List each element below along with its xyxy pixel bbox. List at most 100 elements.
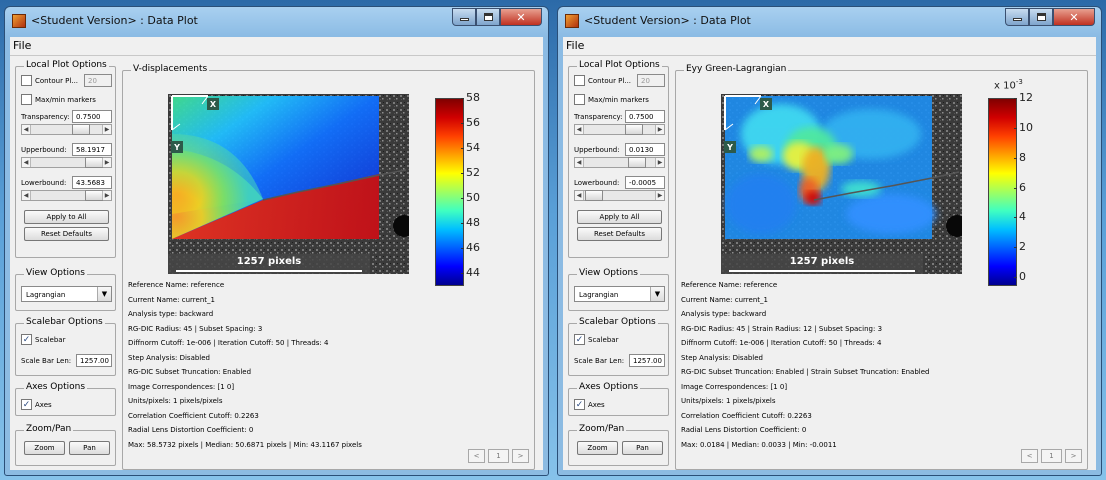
slider-right-arrow-icon[interactable]: ▶ (102, 158, 111, 167)
scalebar-options-panel: Scalebar Options ✓ Scalebar Scale Bar Le… (15, 317, 116, 376)
upperbound-field[interactable]: 0.0130 (625, 143, 665, 156)
page-number: 1 (488, 449, 509, 463)
plot-image[interactable]: X Y 1257 pixels (168, 94, 409, 274)
title-bar[interactable]: <Student Version> : Data Plot ✕ (558, 7, 1101, 37)
slider-right-arrow-icon[interactable]: ▶ (655, 158, 664, 167)
checkbox-box[interactable] (574, 94, 585, 105)
menu-file[interactable]: File (13, 39, 31, 52)
slider-right-arrow-icon[interactable]: ▶ (655, 125, 664, 134)
slider-left-arrow-icon[interactable]: ◀ (575, 191, 584, 200)
view-mode-select[interactable]: Lagrangian ▼ (21, 286, 112, 302)
transparency-field[interactable]: 0.7500 (72, 110, 112, 123)
panel-title: Axes Options (577, 382, 641, 392)
maxmin-markers-checkbox[interactable]: Max/min markers (574, 94, 649, 105)
lowerbound-slider[interactable]: ◀ ▶ (574, 190, 665, 201)
info-line: Step Analysis: Disabled (681, 353, 763, 362)
maximize-icon (483, 13, 493, 21)
pan-button[interactable]: Pan (69, 441, 110, 455)
plot-panel: V-displacements X Y 1257 pixels 58 56 54… (122, 64, 535, 470)
maximize-button[interactable] (1029, 8, 1053, 26)
info-line: Reference Name: reference (681, 281, 778, 289)
transparency-slider[interactable]: ◀ ▶ (21, 124, 112, 135)
scalebar-label: Scalebar (35, 335, 66, 344)
slider-left-arrow-icon[interactable]: ◀ (575, 158, 584, 167)
slider-right-arrow-icon[interactable]: ▶ (102, 191, 111, 200)
minimize-button[interactable] (452, 8, 476, 26)
dropdown-arrow-icon[interactable]: ▼ (650, 287, 664, 301)
zoom-button[interactable]: Zoom (24, 441, 65, 455)
reset-defaults-button[interactable]: Reset Defaults (577, 227, 662, 241)
checkmark-icon[interactable]: ✓ (574, 399, 585, 410)
slider-right-arrow-icon[interactable]: ▶ (102, 125, 111, 134)
scalebar-length-field[interactable]: 1257.00 (629, 354, 665, 367)
slider-thumb[interactable] (84, 157, 103, 168)
zoom-button[interactable]: Zoom (577, 441, 618, 455)
slider-left-arrow-icon[interactable]: ◀ (22, 158, 31, 167)
zoom-pan-panel: Zoom/Pan Zoom Pan (15, 424, 116, 466)
dropdown-arrow-icon[interactable]: ▼ (97, 287, 111, 301)
next-page-button[interactable]: > (1065, 449, 1082, 463)
upperbound-field[interactable]: 58.1917 (72, 143, 112, 156)
apply-to-all-button[interactable]: Apply to All (24, 210, 109, 224)
slider-thumb[interactable] (72, 124, 91, 135)
panel-title: View Options (24, 268, 87, 278)
colorbar-tick-mark (461, 198, 464, 200)
slider-thumb[interactable] (625, 124, 644, 135)
info-line: Reference Name: reference (128, 281, 225, 289)
menu-file[interactable]: File (566, 39, 584, 52)
panel-title: View Options (577, 268, 640, 278)
prev-page-button[interactable]: < (1021, 449, 1038, 463)
lowerbound-slider[interactable]: ◀ ▶ (21, 190, 112, 201)
window-content: Local Plot Options Contour Pl... 20 Max/… (10, 56, 543, 470)
next-page-button[interactable]: > (512, 449, 529, 463)
slider-thumb[interactable] (628, 157, 646, 168)
slider-right-arrow-icon[interactable]: ▶ (655, 191, 664, 200)
field-overlay (172, 96, 379, 239)
transparency-slider[interactable]: ◀ ▶ (574, 124, 665, 135)
scalebar-checkbox[interactable]: ✓ Scalebar (21, 334, 65, 345)
checkmark-icon[interactable]: ✓ (21, 334, 32, 345)
menu-bar: File (563, 37, 1096, 56)
close-button[interactable]: ✕ (1053, 8, 1095, 26)
contour-checkbox[interactable]: Contour Pl... (574, 75, 631, 86)
upperbound-slider[interactable]: ◀ ▶ (21, 157, 112, 168)
maximize-button[interactable] (476, 8, 500, 26)
scalebar-length-field[interactable]: 1257.00 (76, 354, 112, 367)
colorbar-tick-label: 46 (466, 241, 480, 255)
checkbox-box[interactable] (574, 75, 585, 86)
reset-defaults-button[interactable]: Reset Defaults (24, 227, 109, 241)
matlab-icon (12, 14, 26, 28)
colorbar-tick-mark (461, 248, 464, 250)
checkmark-icon[interactable]: ✓ (574, 334, 585, 345)
slider-left-arrow-icon[interactable]: ◀ (22, 125, 31, 134)
slider-thumb[interactable] (84, 190, 103, 201)
contour-levels-field[interactable]: 20 (84, 74, 112, 87)
scalebar-checkbox[interactable]: ✓ Scalebar (574, 334, 618, 345)
contour-checkbox[interactable]: Contour Pl... (21, 75, 78, 86)
pan-button[interactable]: Pan (622, 441, 663, 455)
upperbound-slider[interactable]: ◀ ▶ (574, 157, 665, 168)
slider-thumb[interactable] (585, 190, 604, 201)
scalebar-line (176, 270, 362, 272)
lowerbound-field[interactable]: -0.0005 (625, 176, 665, 189)
slider-left-arrow-icon[interactable]: ◀ (575, 125, 584, 134)
slider-left-arrow-icon[interactable]: ◀ (22, 191, 31, 200)
view-mode-select[interactable]: Lagrangian ▼ (574, 286, 665, 302)
apply-to-all-button[interactable]: Apply to All (577, 210, 662, 224)
prev-page-button[interactable]: < (468, 449, 485, 463)
lowerbound-label: Lowerbound: (574, 179, 620, 187)
transparency-field[interactable]: 0.7500 (625, 110, 665, 123)
maxmin-markers-checkbox[interactable]: Max/min markers (21, 94, 96, 105)
title-bar[interactable]: <Student Version> : Data Plot ✕ (5, 7, 548, 37)
checkbox-box[interactable] (21, 75, 32, 86)
lowerbound-field[interactable]: 43.5683 (72, 176, 112, 189)
plot-image[interactable]: X Y 1257 pixels (721, 94, 962, 274)
upperbound-label: Upperbound: (574, 146, 620, 154)
close-button[interactable]: ✕ (500, 8, 542, 26)
checkbox-box[interactable] (21, 94, 32, 105)
minimize-button[interactable] (1005, 8, 1029, 26)
axes-checkbox[interactable]: ✓ Axes (21, 399, 52, 410)
contour-levels-field[interactable]: 20 (637, 74, 665, 87)
checkmark-icon[interactable]: ✓ (21, 399, 32, 410)
axes-checkbox[interactable]: ✓ Axes (574, 399, 605, 410)
